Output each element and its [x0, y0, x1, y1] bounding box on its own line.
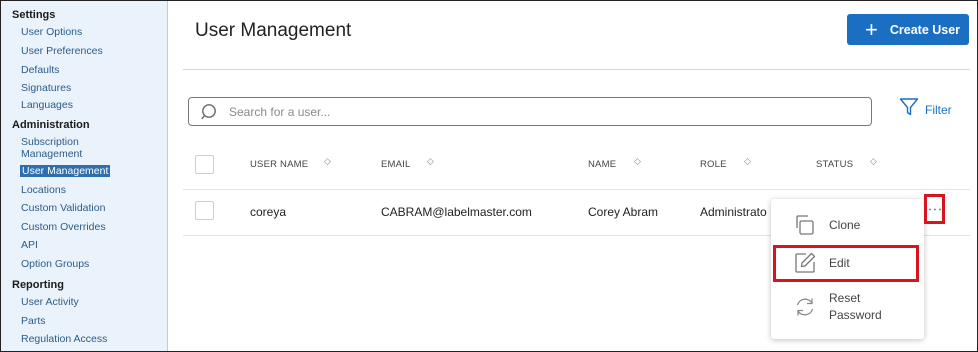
cell-username: coreya [250, 205, 287, 219]
cell-email: CABRAM@labelmaster.com [381, 205, 532, 219]
kebab-icon: ⋮ [926, 201, 944, 217]
plus-icon: + [865, 16, 878, 42]
table-header-divider [183, 189, 970, 190]
sidebar-section-reporting: Reporting [12, 279, 64, 291]
sidebar-section-settings: Settings [12, 9, 56, 21]
sidebar-item-custom-overrides[interactable]: Custom Overrides [21, 221, 106, 233]
header-divider [183, 69, 970, 70]
sidebar-item-user-preferences[interactable]: User Preferences [21, 45, 103, 57]
sidebar-section-administration: Administration [12, 119, 90, 131]
filter-button[interactable]: Filter [899, 97, 952, 122]
sort-icon[interactable]: ◇ [324, 156, 331, 167]
sidebar-item-locations[interactable]: Locations [21, 184, 66, 196]
sidebar-item-parts[interactable]: Parts [21, 315, 46, 327]
page-title: User Management [195, 20, 352, 41]
column-header-status[interactable]: STATUS [816, 159, 853, 170]
sidebar-item-subscription-management[interactable]: Subscription Management [21, 136, 82, 160]
menu-item-label-line1: Reset [829, 291, 861, 305]
search-box [188, 97, 872, 126]
sidebar-item-regulation-access[interactable]: Regulation Access [21, 333, 107, 345]
main-content: User Management + Create User Filter USE… [168, 1, 977, 351]
select-all-checkbox[interactable] [195, 155, 214, 174]
sort-icon[interactable]: ◇ [634, 156, 641, 167]
cell-role: Administrato [700, 205, 767, 219]
row-actions-button[interactable]: ⋮ [924, 194, 945, 224]
sidebar-item-user-options[interactable]: User Options [21, 26, 82, 38]
column-header-role[interactable]: ROLE [700, 159, 727, 170]
create-user-button[interactable]: + Create User [847, 14, 969, 45]
sidebar-item-label-line1: Subscription [21, 136, 79, 148]
menu-item-reset-password[interactable]: Reset Password [771, 287, 924, 329]
sidebar-item-defaults[interactable]: Defaults [21, 64, 60, 76]
menu-item-clone[interactable]: Clone [771, 209, 924, 241]
sidebar-item-option-groups[interactable]: Option Groups [21, 258, 89, 270]
sort-icon[interactable]: ◇ [870, 156, 877, 167]
sidebar-item-custom-validation[interactable]: Custom Validation [21, 202, 105, 214]
search-input[interactable] [229, 98, 859, 125]
sidebar-item-signatures[interactable]: Signatures [21, 82, 71, 94]
refresh-icon [793, 295, 817, 324]
app-window: Settings User Options User Preferences D… [0, 0, 978, 352]
filter-label: Filter [925, 102, 952, 117]
clone-icon [793, 213, 817, 242]
menu-item-label-line2: Password [829, 308, 882, 322]
sidebar-item-api[interactable]: API [21, 239, 38, 251]
column-header-email[interactable]: EMAIL [381, 159, 411, 170]
cell-name: Corey Abram [588, 205, 659, 219]
edit-highlight-box [773, 245, 919, 282]
sidebar: Settings User Options User Preferences D… [1, 1, 168, 351]
filter-icon [899, 97, 919, 122]
sidebar-item-user-activity[interactable]: User Activity [21, 296, 79, 308]
column-header-name[interactable]: NAME [588, 159, 616, 170]
sort-icon[interactable]: ◇ [427, 156, 434, 167]
create-user-label: Create User [889, 22, 961, 37]
sidebar-item-user-management[interactable]: User Management [20, 165, 111, 177]
search-icon [201, 103, 219, 126]
sort-icon[interactable]: ◇ [744, 156, 751, 167]
row-checkbox[interactable] [195, 201, 214, 220]
menu-item-label: Reset Password [829, 290, 882, 324]
sidebar-item-languages[interactable]: Languages [21, 99, 73, 111]
menu-item-label: Clone [829, 218, 861, 232]
column-header-username[interactable]: USER NAME [250, 159, 308, 170]
sidebar-item-label-line2: Management [21, 148, 83, 160]
